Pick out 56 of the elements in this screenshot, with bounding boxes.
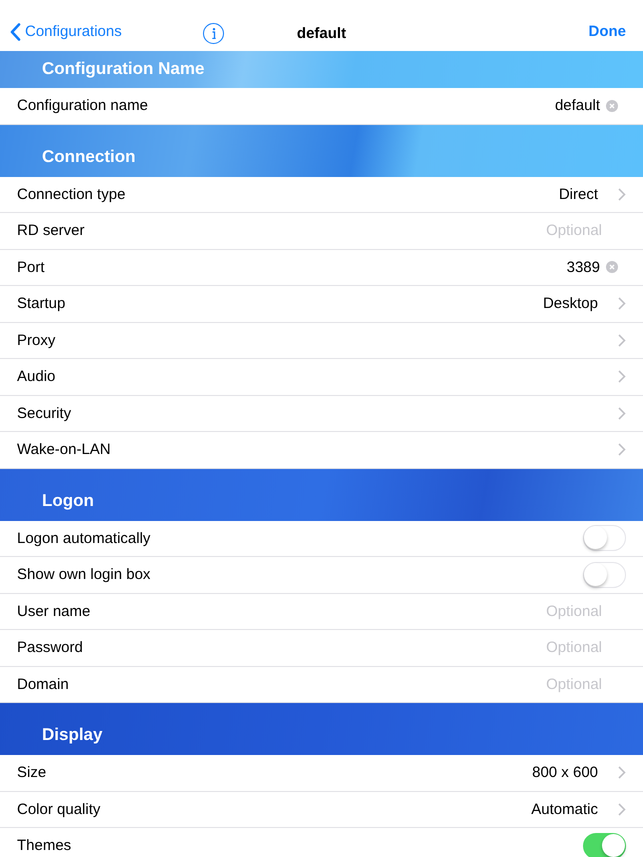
row-value: Desktop [542,295,598,312]
chevron-icon [618,802,626,816]
section-title: Connection [42,146,136,166]
settings-row[interactable]: Connection type Direct [0,176,643,213]
chevron-icon [618,406,626,420]
input-field[interactable]: Optional [462,602,602,620]
row-label: Themes [17,837,72,854]
back-chevron-icon [10,22,21,40]
settings-row[interactable]: Logon automatically [0,520,643,557]
clear-icon[interactable] [606,100,618,112]
settings-row[interactable]: Port 3389 [0,250,643,286]
chevron-icon [618,766,626,780]
settings-row[interactable]: User name Optional [0,594,643,630]
settings-row[interactable]: Security [0,396,643,432]
input-field[interactable]: Optional [462,676,602,693]
row-label: Password [17,639,83,656]
row-label: Size [17,764,46,782]
chevron-icon [618,297,626,310]
settings-row[interactable]: Color quality Automatic [0,792,643,828]
row-label: Domain [17,676,69,693]
row-label: Startup [17,295,66,312]
input-field[interactable]: Optional [462,222,602,240]
chevron-icon [618,443,626,456]
row-value: Automatic [531,800,598,818]
row-label: Security [17,404,72,422]
row-label: Audio [17,368,56,386]
row-label: Port [17,258,45,276]
row-label: User name [17,602,90,620]
chevron-icon [618,334,626,347]
nav-title: default [296,25,346,42]
info-icon [212,28,216,39]
info-button[interactable] [203,23,224,44]
chevron-icon [618,370,626,384]
row-label: Color quality [17,800,100,818]
section-title: Logon [42,490,94,510]
row-label: Show own login box [17,566,150,584]
row-label: Logon automatically [17,530,150,547]
settings-row[interactable]: Domain Optional [0,666,643,703]
back-button[interactable]: Configurations [10,22,122,40]
row-label: Wake-on-LAN [17,441,111,458]
row-value: Direct [558,186,598,203]
done-button[interactable]: Done [588,23,626,40]
section-title: Display [42,725,102,745]
input-field[interactable]: Optional [462,639,602,656]
text-field[interactable]: 3389 [480,258,600,276]
row-label: RD server [17,222,85,240]
row-value: 800 x 600 [532,764,598,782]
toggle-switch[interactable] [583,832,626,857]
chevron-icon [618,188,626,201]
text-field[interactable]: default [480,97,600,114]
clear-icon[interactable] [606,261,618,274]
settings-row[interactable]: Proxy [0,322,643,359]
row-label: Configuration name [17,97,148,114]
row-label: Connection type [17,186,126,203]
section-title: Configuration Name [42,59,204,79]
row-label: Proxy [17,332,56,349]
